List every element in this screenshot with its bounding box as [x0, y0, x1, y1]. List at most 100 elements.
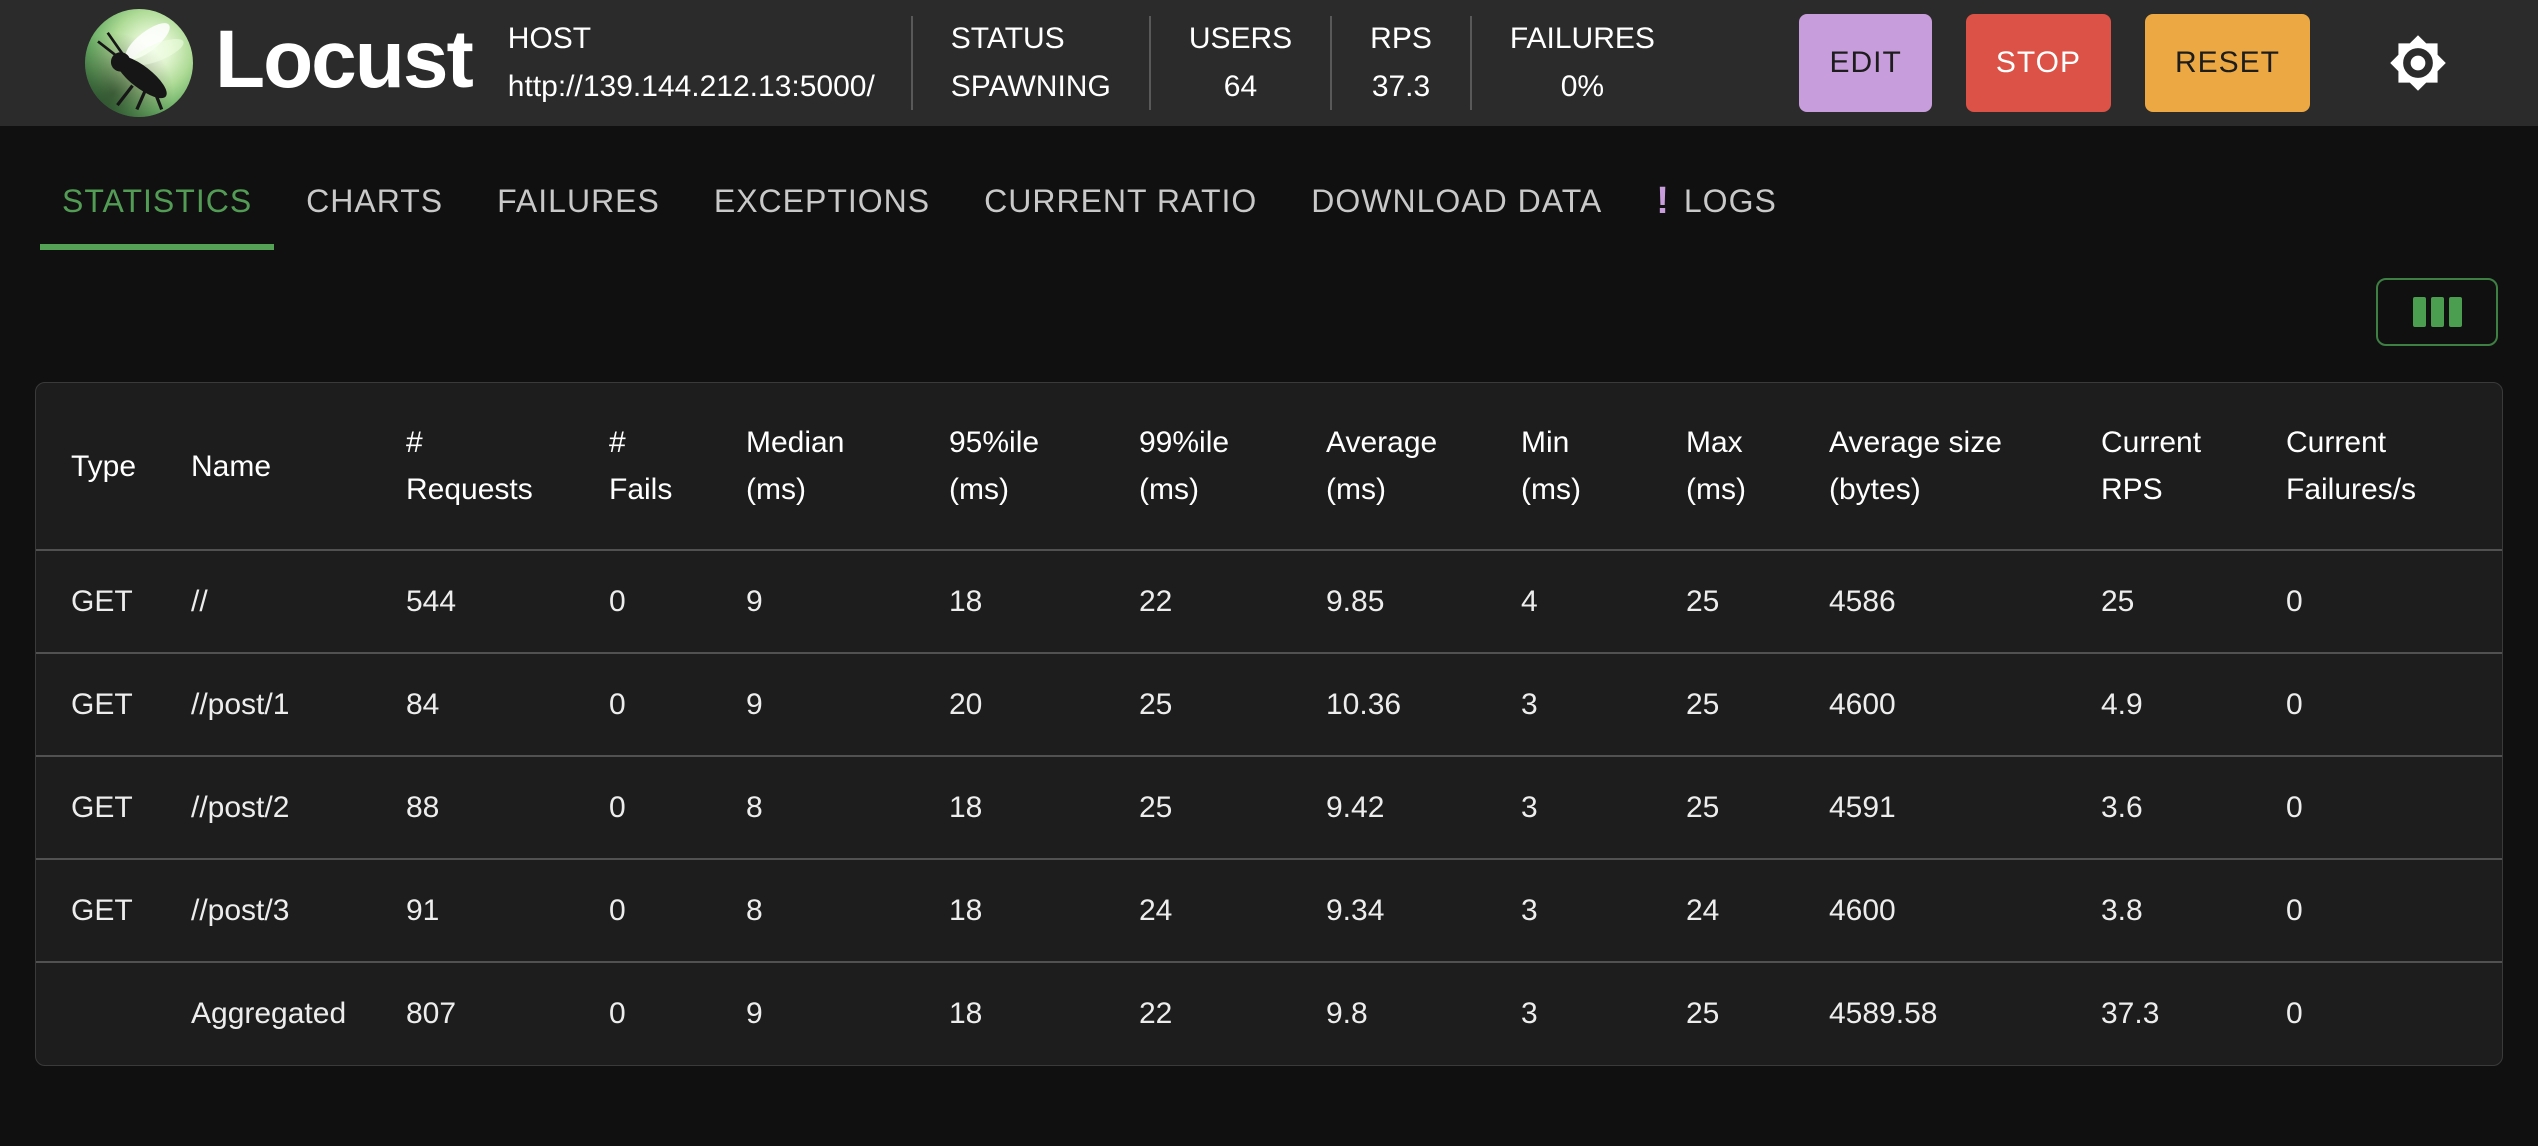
table-cell: GET [36, 652, 191, 756]
rps-value: 37.3 [1371, 70, 1431, 103]
tab-label: LOGS [1683, 182, 1777, 219]
table-cell: 24 [1686, 858, 1829, 962]
users-count: 64 [1223, 70, 1258, 103]
table-cell: 0 [2286, 652, 2502, 756]
tab-label: FAILURES [497, 182, 660, 219]
view-columns-icon [2412, 297, 2462, 327]
table-cell: //post/2 [191, 755, 406, 859]
gear-icon [2389, 34, 2447, 92]
users-block: USERS 64 [1151, 15, 1330, 111]
table-cell: 4591 [1829, 755, 2101, 859]
table-cell: 9.34 [1326, 858, 1521, 962]
failures-block: FAILURES 0% [1472, 15, 1693, 111]
table-cell: 20 [949, 652, 1139, 756]
table-cell: 8 [746, 755, 949, 859]
table-cell: //post/1 [191, 652, 406, 756]
table-cell: 3 [1521, 858, 1686, 962]
main-tabbar: STATISTICS CHARTS FAILURES EXCEPTIONS CU… [0, 126, 2538, 250]
rps-block: RPS 37.3 [1332, 15, 1470, 111]
table-cell: 84 [406, 652, 609, 756]
table-cell: GET [36, 549, 191, 653]
tab-exceptions[interactable]: EXCEPTIONS [692, 158, 952, 250]
table-cell: 4 [1521, 549, 1686, 653]
column-header[interactable]: 95%ile (ms) [949, 383, 1139, 550]
reset-button[interactable]: RESET [2144, 14, 2310, 112]
table-cell: 4589.58 [1829, 961, 2101, 1065]
statistics-page: Type Name # Requests # Fails Median (ms) 95%ile(… [0, 278, 2538, 1066]
table-cell: 0 [609, 549, 746, 653]
table-cell: 22 [1139, 549, 1326, 653]
tab-label: EXCEPTIONS [713, 182, 931, 219]
tab-failures[interactable]: FAILURES [475, 158, 682, 250]
table-cell: 18 [949, 549, 1139, 653]
statistics-table-card: Type Name # Requests # Fails Median (ms) 95%ile(… [35, 382, 2503, 1066]
column-header[interactable]: Name [191, 383, 406, 550]
table-cell [36, 961, 191, 1065]
table-cell: 544 [406, 549, 609, 653]
column-header[interactable]: Min (ms) [1521, 383, 1686, 550]
tab-current-ratio[interactable]: CURRENT RATIO [962, 158, 1279, 250]
tab-label: DOWNLOAD DATA [1311, 182, 1603, 219]
table-toolbar [35, 278, 2498, 346]
table-cell: 0 [2286, 961, 2502, 1065]
table-cell: 3 [1521, 961, 1686, 1065]
locust-logo-icon [85, 9, 193, 117]
tab-logs[interactable]: ! LOGS [1634, 158, 1799, 250]
table-cell: 18 [949, 961, 1139, 1065]
table-row: GET//post/1 84 0 9 20 25 10.36 3 25 4600 4.9 0 [36, 652, 2502, 756]
host-info: HOST http://139.144.212.13:5000/ [508, 15, 875, 111]
failures-value: 0% [1560, 70, 1605, 103]
status-value: SPAWNING [950, 70, 1111, 103]
column-header[interactable]: # Requests [406, 383, 609, 550]
column-header[interactable]: Current RPS [2101, 383, 2286, 550]
table-cell: 3.6 [2101, 755, 2286, 859]
app-header: Locust HOST http://139.144.212.13:5000/ … [0, 0, 2538, 126]
table-cell: 0 [2286, 549, 2502, 653]
table-cell: 25 [2101, 549, 2286, 653]
app-title: Locust [215, 14, 474, 105]
column-header[interactable]: Average size (bytes) [1829, 383, 2101, 550]
host-url: http://139.144.212.13:5000/ [507, 70, 875, 103]
table-cell: 807 [406, 961, 609, 1065]
tab-charts[interactable]: CHARTS [284, 158, 465, 250]
edit-button[interactable]: EDIT [1799, 14, 1932, 112]
table-cell: 9.8 [1326, 961, 1521, 1065]
table-cell: 18 [949, 858, 1139, 962]
exclamation-icon: ! [1656, 180, 1670, 222]
table-cell: //post/3 [191, 858, 406, 962]
tab-download-data[interactable]: DOWNLOAD DATA [1289, 158, 1624, 250]
table-row: Aggregated 807 0 9 18 22 9.8 3 25 4589.58 37.3 0 [36, 961, 2502, 1065]
status-label: STATUS [950, 22, 1065, 55]
locust-logo[interactable]: Locust [85, 9, 508, 117]
column-header[interactable]: Current Failures/s [2286, 383, 2502, 550]
table-cell: 9 [746, 549, 949, 653]
table-cell: 8 [746, 858, 949, 962]
table-cell: 25 [1686, 549, 1829, 653]
table-cell: 0 [609, 755, 746, 859]
tab-label: CURRENT RATIO [984, 182, 1258, 219]
table-cell: 22 [1139, 961, 1326, 1065]
rps-label: RPS [1370, 22, 1432, 55]
table-cell: 0 [609, 961, 746, 1065]
column-header[interactable]: Type [36, 383, 191, 550]
column-header[interactable]: Average (ms) [1326, 383, 1521, 550]
stop-button[interactable]: STOP [1965, 14, 2111, 112]
table-cell: 88 [406, 755, 609, 859]
table-cell: 3.8 [2101, 858, 2286, 962]
users-label: USERS [1188, 22, 1293, 55]
column-header[interactable]: Median (ms) [746, 383, 949, 550]
table-cell: 25 [1139, 755, 1326, 859]
column-header[interactable]: Max (ms) [1686, 383, 1829, 550]
column-header[interactable]: 99%ile (ms) [1139, 383, 1326, 550]
tab-statistics[interactable]: STATISTICS [40, 158, 275, 250]
table-cell: 9.85 [1326, 549, 1521, 653]
column-header[interactable]: # Fails [609, 383, 746, 550]
settings-button[interactable] [2388, 33, 2448, 93]
table-cell: 24 [1139, 858, 1326, 962]
table-cell: 37.3 [2101, 961, 2286, 1065]
table-cell: 4600 [1829, 858, 2101, 962]
tab-label: STATISTICS [62, 182, 253, 219]
table-cell: 0 [2286, 755, 2502, 859]
table-cell: 3 [1521, 652, 1686, 756]
column-selector-button[interactable] [2376, 278, 2498, 346]
